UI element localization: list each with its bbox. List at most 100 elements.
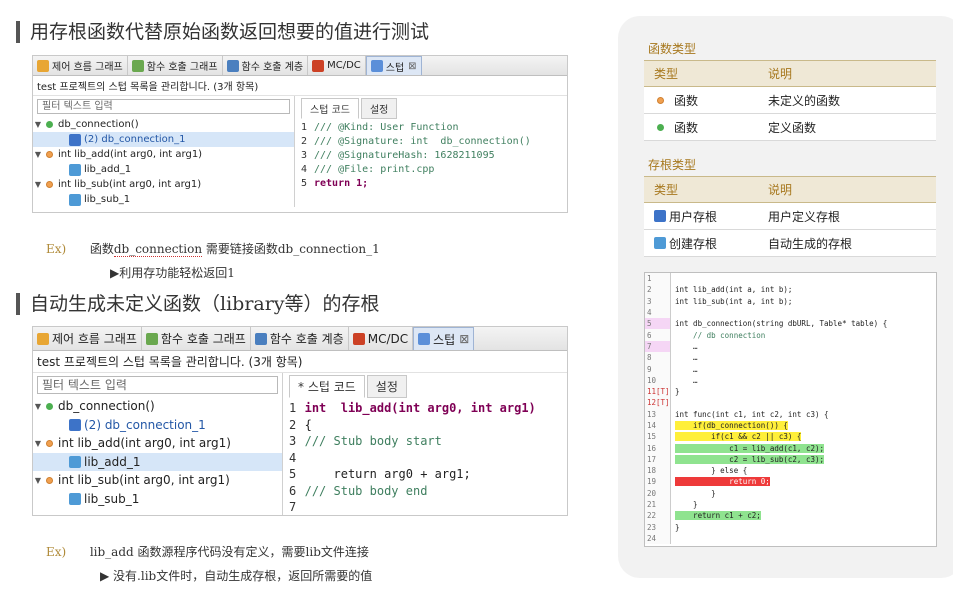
stub-view-panel-1: 제어 흐름 그래프 함수 호출 그래프 함수 호출 계층 MC/DC 스텁 ⊠ test … [32, 55, 568, 213]
chevron-down-icon[interactable]: ▼ [33, 120, 43, 129]
code-line: 17 c2 = lib_sub(c2, c3); [645, 453, 936, 466]
code-text: if(db_connection()) { [675, 421, 788, 430]
tree-node-stub[interactable]: lib_add_1 [33, 162, 294, 177]
code-text: /// Stub body start [304, 434, 442, 448]
stub-tree-pane: 필터 텍스트 입력 ▼ db_connection() (2) db_connect… [33, 96, 295, 207]
code-line: 2 /// @Signature: int db_connection() [301, 135, 561, 149]
tab-settings[interactable]: 설정 [366, 375, 407, 398]
orange-dot-icon [46, 181, 53, 188]
tree-node-label: db_connection() [58, 119, 139, 130]
stub-type-row: 创建存根 自动生成的存根 [644, 230, 936, 257]
line-number: 4 [289, 450, 297, 465]
line-number: 9 [645, 363, 671, 375]
tree-node-function[interactable]: ▼ db_connection() [33, 117, 294, 132]
tree-node-label: (2) db_connection_1 [84, 134, 186, 145]
example-text-part: db_connection_1 [277, 242, 380, 256]
tree-node-function[interactable]: ▼ int lib_add(int arg0, int arg1) [33, 434, 282, 453]
control-flow-graph-icon [37, 59, 49, 72]
close-icon[interactable]: ⊠ [408, 61, 416, 72]
code-text: /// @File: print.cpp [314, 164, 435, 175]
tree-node-function[interactable]: ▼ int lib_add(int arg0, int arg1) [33, 147, 294, 162]
tab-mcdc[interactable]: MC/DC [308, 56, 366, 75]
function-types-table: 类型 说明 函数 未定义的函数 函数 定义函数 [644, 60, 936, 141]
chevron-down-icon[interactable]: ▼ [33, 180, 43, 189]
mcdc-icon [312, 59, 325, 72]
type-label: 创建存根 [669, 236, 718, 251]
filter-input[interactable]: 필터 텍스트 입력 [37, 376, 278, 394]
tree-node-function[interactable]: ▼ db_connection() [33, 397, 282, 416]
tab-label: MC/DC [367, 331, 409, 346]
stub-code-editor[interactable]: 1 int lib_add(int arg0, int arg1) 2{3/// S… [289, 400, 561, 515]
tree-node-label: int lib_add(int arg0, int arg1) [58, 436, 231, 451]
code-text: if(c1 && c2 || c3) { [675, 432, 802, 442]
code-line: 3 /// Stub body start [289, 433, 561, 450]
tab-stub-code[interactable]: 스텁 코드 [301, 98, 359, 119]
tab-call-hierarchy[interactable]: 함수 호출 계층 [251, 327, 349, 350]
code-text: { [304, 417, 312, 432]
tab-label: 함수 호출 그래프 [160, 332, 246, 346]
tree-node-function[interactable]: ▼ int lib_sub(int arg0, int arg1) [33, 177, 294, 192]
tab-stub[interactable]: 스텁 ⊠ [365, 56, 422, 75]
tree-node-stub[interactable]: lib_add_1 [33, 452, 282, 471]
code-text: /// @Signature: int db_connection() [314, 136, 531, 147]
coverage-code-view[interactable]: 1 2 int lib_add(int a, int b); 3 int lib_sub… [644, 272, 937, 547]
mcdc-icon [352, 332, 365, 345]
tree-node-stub[interactable]: lib_sub_1 [33, 192, 294, 207]
user-stub-icon [69, 418, 81, 431]
line-number: 1 [301, 122, 308, 133]
example-1-subtext: ▶利用存功能轻松返回1 [110, 266, 235, 280]
chevron-down-icon[interactable]: ▼ [33, 150, 43, 159]
filter-input[interactable]: 필터 텍스트 입력 [37, 99, 290, 114]
tree-node-stub[interactable]: lib_sub_1 [33, 490, 282, 509]
code-text: int func(int c1, int c2, int c3) { [675, 409, 829, 419]
example-text-part: 函数 [89, 242, 114, 256]
line-number: 12[T] [645, 397, 671, 409]
tab-stub-code[interactable]: * 스텁 코드 [289, 375, 365, 398]
tree-node-function[interactable]: ▼ int lib_sub(int arg0, int arg1) [33, 471, 282, 490]
stub-code-editor[interactable]: 1 /// @Kind: User Function 2 /// @Signature… [301, 121, 561, 191]
chevron-down-icon[interactable]: ▼ [33, 402, 43, 411]
code-text: return arg0 + arg1; [304, 467, 471, 481]
code-text: … [675, 341, 698, 351]
stub-list-description: test 프로젝트의 스텁 목록을 관리합니다. (3개 항목) [33, 76, 567, 96]
tree-node-stub[interactable]: (2) db_connection_1 [33, 416, 282, 435]
chevron-down-icon[interactable]: ▼ [33, 476, 43, 485]
section-title-auto-stub: 自动生成未定义函数（library等）的存根 [16, 293, 380, 315]
tab-call-graph[interactable]: 함수 호출 그래프 [142, 327, 251, 350]
tab-control-flow-graph[interactable]: 제어 흐름 그래프 [33, 56, 128, 75]
call-graph-icon [145, 332, 158, 345]
line-number: 3 [289, 434, 297, 448]
chevron-down-icon[interactable]: ▼ [33, 439, 43, 448]
code-text: return 1; [314, 178, 369, 189]
line-number: 4 [301, 164, 308, 175]
code-text: return 0; [675, 477, 770, 487]
code-line: 22 return c1 + c2; [645, 510, 936, 522]
line-number: 6 [289, 483, 297, 498]
tree-node-label: db_connection() [58, 399, 155, 414]
code-text: int lib_sub(int a, int b); [675, 296, 793, 306]
desc-label: 定义函数 [768, 120, 817, 135]
tab-control-flow-graph[interactable]: 제어 흐름 그래프 [33, 327, 142, 350]
col-header-desc: 说明 [768, 183, 793, 197]
tree-node-label: lib_sub_1 [84, 491, 140, 506]
line-number: 3 [645, 295, 671, 307]
line-number: 11[T] [645, 385, 671, 398]
tab-label: 함수 호출 그래프 [146, 62, 218, 73]
line-number: 2 [645, 284, 671, 296]
line-number: 22 [645, 510, 671, 522]
line-number: 4 [645, 306, 671, 319]
tab-call-hierarchy[interactable]: 함수 호출 계층 [223, 56, 309, 75]
tab-stub[interactable]: 스텁 ⊠ [413, 327, 475, 350]
tree-node-label: lib_add_1 [84, 454, 141, 469]
code-line: 1 /// @Kind: User Function [301, 121, 561, 135]
tab-mcdc[interactable]: MC/DC [349, 327, 414, 350]
tab-call-graph[interactable]: 함수 호출 그래프 [128, 56, 223, 75]
code-line: 9 … [645, 363, 936, 375]
code-line: 13 int func(int c1, int c2, int c3) { [645, 408, 936, 420]
tab-settings[interactable]: 설정 [360, 98, 398, 119]
close-icon[interactable]: ⊠ [459, 332, 469, 346]
code-text: // db connection [675, 330, 766, 340]
tree-node-stub[interactable]: (2) db_connection_1 [33, 132, 294, 147]
type-label: 函数 [674, 93, 699, 108]
code-line: 14 if(db_connection()) { [645, 419, 936, 432]
